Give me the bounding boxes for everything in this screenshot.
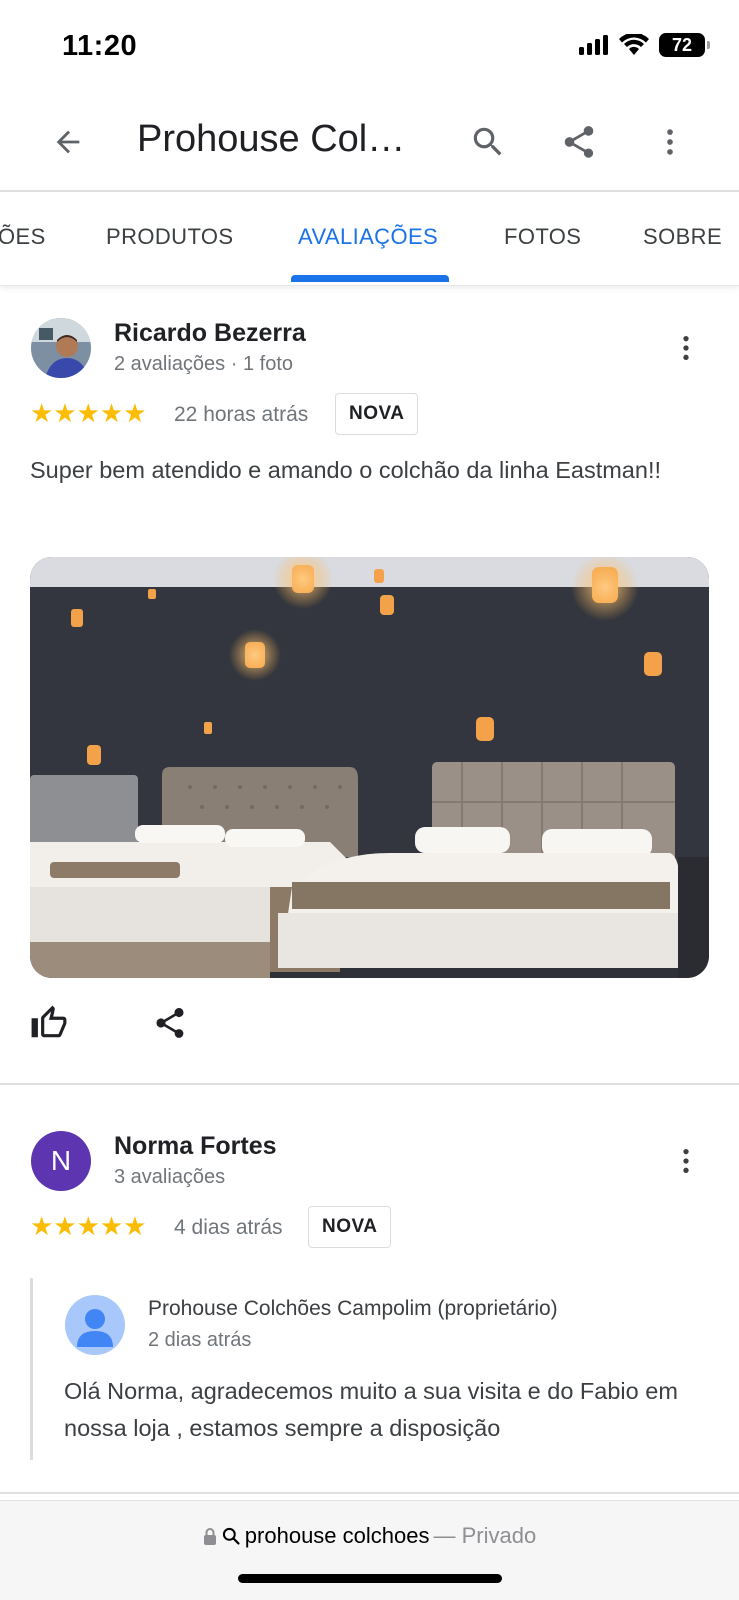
status-bar: 11:20 72 (0, 0, 739, 92)
active-tab-indicator (291, 275, 449, 282)
owner-name: Prohouse Colchões Campolim (proprietário… (148, 1297, 558, 1320)
tab-avaliacoes[interactable]: AVALIAÇÕES (298, 224, 438, 250)
home-indicator[interactable] (238, 1574, 502, 1583)
review-time: 4 dias atrás (174, 1216, 283, 1239)
wifi-icon (619, 34, 649, 55)
more-options-button[interactable] (642, 114, 698, 170)
review-more-button[interactable] (662, 324, 710, 372)
browser-address-bar[interactable]: prohouse colchoes — Privado (0, 1500, 739, 1600)
more-vert-icon (667, 129, 673, 155)
more-vert-icon (683, 336, 689, 360)
review-photo[interactable] (30, 557, 709, 978)
page-title: Prohouse Col… (137, 118, 406, 160)
reply-bar (30, 1278, 33, 1460)
search-icon (473, 127, 502, 156)
review-divider (0, 1083, 739, 1085)
showroom-beds-image (30, 557, 709, 978)
new-badge: NOVA (308, 1206, 392, 1248)
reviewer-name[interactable]: Ricardo Bezerra (114, 319, 306, 348)
address-query: prohouse colchoes (244, 1523, 430, 1548)
tab-produtos[interactable]: PRODUTOS (106, 224, 233, 250)
tab-fotos[interactable]: FOTOS (504, 224, 581, 250)
battery-icon: 72 (659, 33, 710, 57)
share-review-button[interactable] (145, 998, 195, 1048)
avatar[interactable] (31, 318, 91, 378)
reviewer-name[interactable]: Norma Fortes (114, 1132, 277, 1161)
owner-reply-text: Olá Norma, agradecemos muito a sua visit… (64, 1378, 678, 1441)
private-label: — Privado (433, 1523, 537, 1548)
reviewer-meta: 2 avaliações · 1 foto (114, 353, 293, 375)
share-button[interactable] (551, 114, 607, 170)
thumb-up-icon (31, 1005, 67, 1038)
reviewer-photo (31, 318, 91, 378)
star-rating: ★★★★★ (30, 398, 147, 428)
more-vert-icon (683, 1149, 689, 1173)
reviewer-meta: 3 avaliações (114, 1166, 226, 1188)
avatar[interactable]: N (31, 1131, 91, 1191)
tab-sobre[interactable]: SOBRE (643, 224, 722, 250)
new-badge: NOVA (335, 393, 419, 435)
search-button[interactable] (460, 114, 516, 170)
owner-avatar (65, 1295, 125, 1355)
status-time: 11:20 (62, 30, 138, 62)
share-icon (156, 1007, 184, 1038)
like-button[interactable] (24, 998, 74, 1048)
status-icons: 72 (579, 33, 710, 57)
tab-partial[interactable]: ÕES (0, 224, 46, 250)
lock-icon (203, 1528, 216, 1545)
person-icon (77, 1309, 113, 1347)
review-text: Super bem atendido e amando o colchão da… (30, 457, 662, 483)
search-icon (222, 1527, 240, 1545)
back-button[interactable] (40, 114, 96, 170)
cellular-signal-icon (579, 35, 608, 55)
star-rating: ★★★★★ (30, 1211, 147, 1241)
review-time: 22 horas atrás (174, 403, 309, 426)
review-more-button[interactable] (662, 1137, 710, 1185)
tab-bar: ÕES PRODUTOS AVALIAÇÕES FOTOS SOBRE (0, 194, 739, 286)
arrow-back-icon (56, 130, 80, 154)
owner-reply-time: 2 dias atrás (148, 1329, 252, 1351)
share-icon (564, 126, 594, 158)
review-divider (0, 1492, 739, 1494)
address-field[interactable]: prohouse colchoes — Privado (0, 1523, 739, 1549)
app-bar: Prohouse Col… (0, 92, 739, 192)
avatar-letter: N (50, 1145, 72, 1176)
